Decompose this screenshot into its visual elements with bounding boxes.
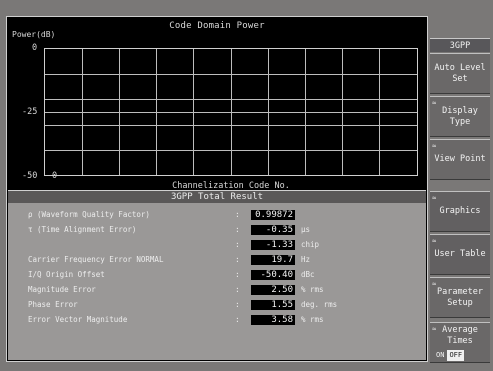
auto-level-set-key[interactable]: Auto Level Set	[430, 53, 490, 94]
graph-title: Code Domain Power	[169, 21, 265, 31]
result-unit: deg. rms	[301, 300, 338, 309]
y-tick-label: -50	[22, 171, 38, 181]
result-label: τ (Time Alignment Error)	[28, 225, 137, 234]
result-label: ρ (Waveform Quality Factor)	[28, 210, 150, 219]
code-domain-power-graph: Code Domain Power Power(dB) 0 -25 -50 0 …	[8, 18, 426, 191]
submenu-icon: ≈	[432, 99, 437, 107]
view-point-key[interactable]: ≈ View Point	[430, 139, 490, 180]
average-toggle[interactable]: ON OFF	[436, 350, 465, 361]
result-unit: % rms	[301, 285, 324, 294]
result-value: 0.99872	[251, 210, 295, 220]
submenu-icon: ≈	[432, 142, 437, 150]
submenu-icon: ≈	[432, 194, 437, 202]
result-value: 19.7	[251, 255, 295, 265]
instrument-frame: Code Domain Power Power(dB) 0 -25 -50 0 …	[0, 0, 493, 371]
result-label: I/Q Origin Offset	[28, 270, 105, 279]
y-tick-label: -25	[22, 107, 38, 117]
submenu-icon: ≈	[432, 237, 437, 245]
result-unit: % rms	[301, 315, 324, 324]
toggle-off-label: OFF	[447, 350, 465, 361]
result-colon: :	[235, 225, 240, 234]
total-result-panel: 3GPP Total Result ρ (Waveform Quality Fa…	[8, 190, 426, 360]
result-label: Carrier Frequency Error NORMAL	[28, 255, 164, 264]
result-row: I/Q Origin Offset : -50.40 dBc	[8, 269, 426, 281]
result-value: -0.35	[251, 225, 295, 235]
softkey-label: Parameter Setup	[436, 286, 484, 308]
result-colon: :	[235, 210, 240, 219]
graphics-key[interactable]: ≈ Graphics	[430, 191, 490, 232]
result-row: : -1.33 chip	[8, 239, 426, 251]
results-title: 3GPP Total Result	[8, 191, 426, 203]
softkey-label: User Table	[434, 249, 486, 259]
result-row: Magnitude Error : 2.50 % rms	[8, 284, 426, 296]
result-value: 2.50	[251, 285, 295, 295]
result-value: 3.58	[251, 315, 295, 325]
result-unit: Hz	[301, 255, 311, 264]
result-row: Carrier Frequency Error NORMAL : 19.7 Hz	[8, 254, 426, 266]
softkey-menu-title: 3GPP	[430, 38, 490, 52]
softkey-label: Auto Level Set	[434, 62, 486, 84]
result-colon: :	[235, 255, 240, 264]
result-row: ρ (Waveform Quality Factor) : 0.99872	[8, 209, 426, 221]
average-times-key[interactable]: ≈ Average Times ON OFF	[430, 322, 490, 363]
result-value: -1.33	[251, 240, 295, 250]
result-row: Phase Error : 1.55 deg. rms	[8, 299, 426, 311]
softkey-label: View Point	[434, 154, 486, 164]
result-value: -50.40	[251, 270, 295, 280]
graph-grid	[44, 48, 418, 176]
x-tick-label: 0	[52, 171, 58, 181]
parameter-setup-key[interactable]: ≈ Parameter Setup	[430, 277, 490, 318]
result-label: Magnitude Error	[28, 285, 96, 294]
result-colon: :	[235, 285, 240, 294]
toggle-on-label: ON	[436, 351, 445, 359]
result-colon: :	[235, 240, 240, 249]
result-colon: :	[235, 270, 240, 279]
softkey-label: Display Type	[442, 105, 478, 127]
result-unit: μs	[301, 225, 311, 234]
softkey-label: Average Times	[442, 325, 478, 346]
result-label: Phase Error	[28, 300, 78, 309]
y-axis-label: Power(dB)	[12, 30, 56, 39]
softkey-label: Graphics	[439, 206, 481, 216]
result-row: τ (Time Alignment Error) : -0.35 μs	[8, 224, 426, 236]
measurement-screen: Code Domain Power Power(dB) 0 -25 -50 0 …	[6, 16, 428, 362]
softkey-panel: 3GPP Auto Level Set ≈ Display Type ≈ Vie…	[430, 16, 490, 368]
grid-lines	[45, 49, 417, 175]
result-unit: dBc	[301, 270, 315, 279]
result-label: Error Vector Magnitude	[28, 315, 128, 324]
submenu-icon: ≈	[432, 325, 437, 333]
result-unit: chip	[301, 240, 320, 249]
result-value: 1.55	[251, 300, 295, 310]
result-colon: :	[235, 315, 240, 324]
result-colon: :	[235, 300, 240, 309]
result-row: Error Vector Magnitude : 3.58 % rms	[8, 314, 426, 326]
user-table-key[interactable]: ≈ User Table	[430, 234, 490, 275]
display-type-key[interactable]: ≈ Display Type	[430, 96, 490, 137]
y-tick-label: 0	[32, 43, 38, 53]
submenu-icon: ≈	[432, 280, 437, 288]
